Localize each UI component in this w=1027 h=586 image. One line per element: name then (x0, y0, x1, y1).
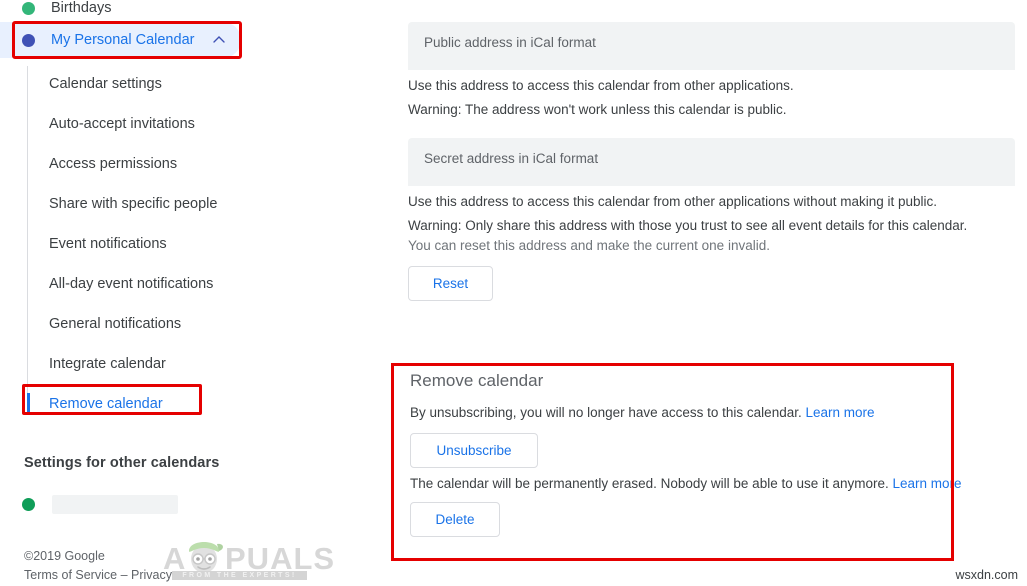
appuals-mascot-icon (189, 542, 223, 573)
calendar-settings-sidebar: Birthdays My Personal Calendar Calendar … (0, 0, 390, 586)
sidebar-item-access-permissions[interactable]: Access permissions (27, 144, 327, 184)
terms-of-service-link[interactable]: Terms of Service (24, 568, 117, 582)
chevron-up-icon[interactable] (213, 34, 225, 46)
remove-calendar-panel: Remove calendar By unsubscribing, you wi… (391, 363, 962, 559)
public-address-help-text: Use this address to access this calendar… (408, 78, 794, 93)
other-calendar-row[interactable] (22, 495, 178, 514)
unsubscribe-button[interactable]: Unsubscribe (410, 433, 538, 468)
sidebar-item-auto-accept-invitations[interactable]: Auto-accept invitations (27, 104, 327, 144)
secret-address-note-text: You can reset this address and make the … (408, 238, 770, 253)
sidebar-item-all-day-event-notifications[interactable]: All-day event notifications (27, 264, 327, 304)
calendar-name-label: Birthdays (51, 0, 112, 16)
public-address-warning-text: Warning: The address won't work unless t… (408, 102, 787, 117)
unsubscribe-description: By unsubscribing, you will no longer hav… (410, 405, 875, 420)
calendar-color-dot-icon (22, 498, 35, 511)
sidebar-item-share-with-specific-people[interactable]: Share with specific people (27, 184, 327, 224)
sidebar-item-remove-calendar[interactable]: Remove calendar (27, 384, 327, 424)
unsubscribe-learn-more-link[interactable]: Learn more (805, 405, 874, 420)
appuals-watermark: A PUALS FROM THE EXPERTS! (163, 535, 334, 583)
delete-description-text: The calendar will be permanently erased.… (410, 476, 889, 491)
public-ical-address-field[interactable]: Public address in iCal format (408, 22, 1015, 70)
site-watermark: wsxdn.com (955, 568, 1018, 582)
secret-address-warning-text: Warning: Only share this address with th… (408, 218, 968, 233)
appuals-tagline: FROM THE EXPERTS! (172, 571, 307, 580)
footer: ©2019 Google Terms of Service – Privacy (24, 547, 172, 585)
sidebar-item-general-notifications[interactable]: General notifications (27, 304, 327, 344)
copyright-label: ©2019 Google (24, 549, 105, 563)
secret-ical-address-field[interactable]: Secret address in iCal format (408, 138, 1015, 186)
sidebar-calendar-my-personal-calendar[interactable]: My Personal Calendar (0, 22, 241, 58)
footer-separator: – (117, 568, 131, 582)
other-calendars-heading: Settings for other calendars (24, 455, 220, 471)
calendar-settings-content: Public address in iCal format Use this a… (390, 0, 1027, 586)
secret-address-help-text: Use this address to access this calendar… (408, 194, 938, 209)
calendar-name-label: My Personal Calendar (51, 32, 195, 48)
other-calendar-name-placeholder (52, 495, 178, 514)
sidebar-item-calendar-settings[interactable]: Calendar settings (27, 64, 327, 104)
page-root: Birthdays My Personal Calendar Calendar … (0, 0, 1027, 586)
delete-learn-more-link[interactable]: Learn more (893, 476, 962, 491)
sidebar-item-integrate-calendar[interactable]: Integrate calendar (27, 344, 327, 384)
delete-description: The calendar will be permanently erased.… (410, 476, 962, 491)
calendar-submenu: Calendar settings Auto-accept invitation… (27, 64, 327, 424)
delete-button[interactable]: Delete (410, 502, 500, 537)
remove-calendar-title: Remove calendar (410, 371, 544, 390)
calendar-color-dot-icon (22, 33, 35, 47)
unsubscribe-description-text: By unsubscribing, you will no longer hav… (410, 405, 802, 420)
calendar-color-dot-icon (22, 1, 35, 15)
reset-button[interactable]: Reset (408, 266, 493, 301)
sidebar-item-event-notifications[interactable]: Event notifications (27, 224, 327, 264)
